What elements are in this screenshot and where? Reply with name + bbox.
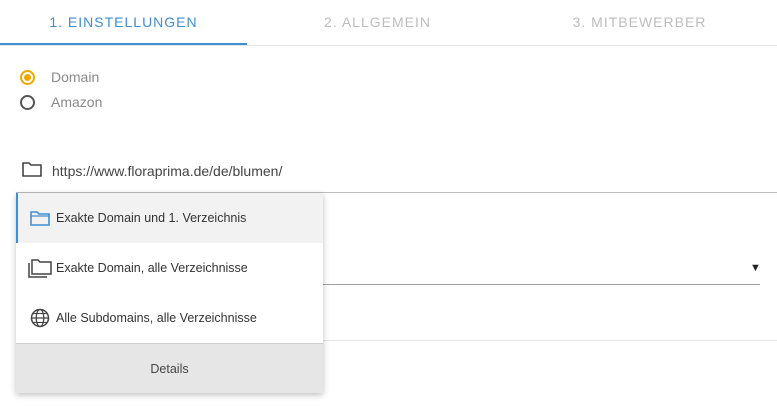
- radio-label-amazon: Amazon: [51, 94, 103, 110]
- folder-icon: [26, 206, 54, 230]
- dropdown-item-label: Alle Subdomains, alle Verzeichnisse: [56, 311, 257, 325]
- radio-unchecked-icon[interactable]: [20, 94, 35, 110]
- dropdown-item-label: Exakte Domain und 1. Verzeichnis: [56, 211, 247, 225]
- tab-mitbewerber[interactable]: 3. MITBEWERBER: [516, 0, 763, 44]
- folder-icon[interactable]: [22, 161, 42, 182]
- folders-icon: [26, 256, 54, 280]
- dropdown-item-exact-domain-all-dirs[interactable]: Exakte Domain, alle Verzeichnisse: [16, 243, 323, 293]
- url-value[interactable]: https://www.floraprima.de/de/blumen/: [52, 163, 282, 179]
- dropdown-item-label: Exakte Domain, alle Verzeichnisse: [56, 261, 248, 275]
- dropdown-item-exact-domain-first-dir[interactable]: Exakte Domain und 1. Verzeichnis: [16, 193, 323, 243]
- wizard-tabs: 1. EINSTELLUNGEN 2. ALLGEMEIN 3. MITBEWE…: [0, 0, 777, 46]
- radio-label-domain: Domain: [51, 69, 100, 85]
- radio-option-domain[interactable]: Domain: [20, 67, 99, 87]
- dropdown-item-all-subdomains[interactable]: Alle Subdomains, alle Verzeichnisse: [16, 293, 323, 343]
- url-field[interactable]: https://www.floraprima.de/de/blumen/: [22, 160, 282, 182]
- radio-checked-icon[interactable]: [20, 69, 35, 85]
- active-tab-indicator: [0, 43, 247, 45]
- select-underline: [322, 284, 760, 285]
- select-dropdown-arrow[interactable]: ▼: [750, 262, 761, 274]
- section-divider: [322, 340, 777, 341]
- globe-icon: [26, 306, 54, 330]
- tab-einstellungen[interactable]: 1. EINSTELLUNGEN: [0, 0, 247, 44]
- tab-allgemein[interactable]: 2. ALLGEMEIN: [254, 0, 501, 44]
- details-button[interactable]: Details: [16, 343, 323, 393]
- radio-option-amazon[interactable]: Amazon: [20, 92, 102, 112]
- scope-dropdown-menu: Exakte Domain und 1. Verzeichnis Exakte …: [16, 193, 323, 393]
